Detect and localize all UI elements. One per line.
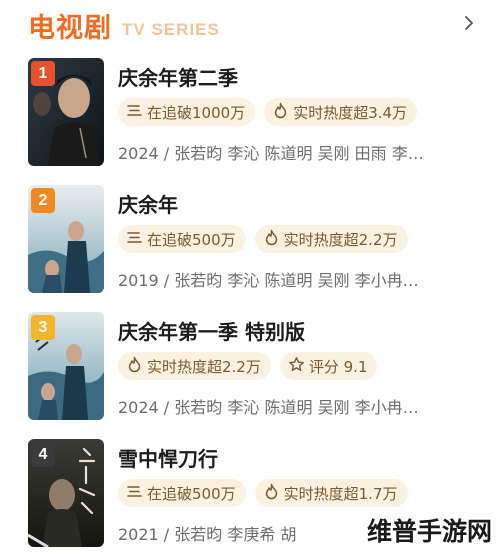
list-item[interactable]: 2 庆余年 在追破500万 实时热度超2.2万 2019 / 张若昀 李沁 陈道…	[28, 185, 488, 305]
rank-badge: 1	[31, 61, 55, 86]
watermark: 维普手游网	[366, 517, 492, 546]
tag-text: 实时热度超1.7万	[283, 484, 398, 503]
series-title[interactable]: 雪中悍刀行	[118, 443, 218, 472]
series-meta: 2024 / 张若昀 李沁 陈道明 吴刚 李小冉…	[118, 398, 419, 417]
series-title[interactable]: 庆余年	[118, 189, 178, 218]
list-item[interactable]: 1 庆余年第二季 在追破1000万 实时热度超3.4万 2024 / 张若昀 李…	[28, 58, 488, 178]
section-header: 电视剧 TV SERIES	[28, 6, 488, 46]
tag-text: 在追破500万	[147, 230, 236, 249]
follow-count-tag: 在追破500万	[118, 225, 246, 253]
rank-badge: 4	[31, 442, 55, 467]
series-title[interactable]: 庆余年第一季 特别版	[118, 316, 305, 345]
flame-icon	[126, 356, 147, 377]
tag-text: 实时热度超2.2万	[283, 230, 398, 249]
tag-text: 在追破1000万	[147, 103, 246, 122]
section-title: 电视剧	[28, 13, 112, 44]
series-title[interactable]: 庆余年第二季	[118, 62, 238, 91]
rank-badge: 2	[31, 188, 55, 213]
follow-count-tag: 在追破500万	[118, 479, 246, 507]
rating-tag: 评分 9.1	[279, 352, 378, 380]
tag-text: 实时热度超2.2万	[147, 357, 261, 376]
list-item[interactable]: 3 庆余年第一季 特别版 实时热度超2.2万 评分 9.1 2024 / 张若昀…	[28, 312, 488, 432]
star-icon	[288, 356, 309, 377]
list-lines-icon	[126, 102, 147, 123]
flame-icon	[263, 229, 284, 250]
series-meta: 2019 / 张若昀 李沁 陈道明 吴刚 李小冉…	[118, 271, 419, 290]
tag-text: 实时热度超3.4万	[293, 103, 408, 122]
flame-icon	[263, 483, 284, 504]
heat-tag: 实时热度超1.7万	[254, 479, 408, 507]
tag-text: 在追破500万	[147, 484, 236, 503]
heat-tag: 实时热度超2.2万	[254, 225, 408, 253]
follow-count-tag: 在追破1000万	[118, 98, 256, 126]
series-meta: 2024 / 张若昀 李沁 陈道明 吴刚 田雨 李…	[118, 144, 424, 163]
rank-badge: 3	[31, 315, 55, 340]
heat-tag: 实时热度超3.4万	[264, 98, 418, 126]
chevron-right-icon[interactable]	[460, 14, 478, 32]
list-lines-icon	[126, 483, 147, 504]
heat-tag: 实时热度超2.2万	[118, 352, 271, 380]
flame-icon	[272, 102, 293, 123]
tag-text: 评分 9.1	[308, 357, 368, 376]
section-subtitle: TV SERIES	[122, 20, 220, 39]
list-lines-icon	[126, 229, 147, 250]
